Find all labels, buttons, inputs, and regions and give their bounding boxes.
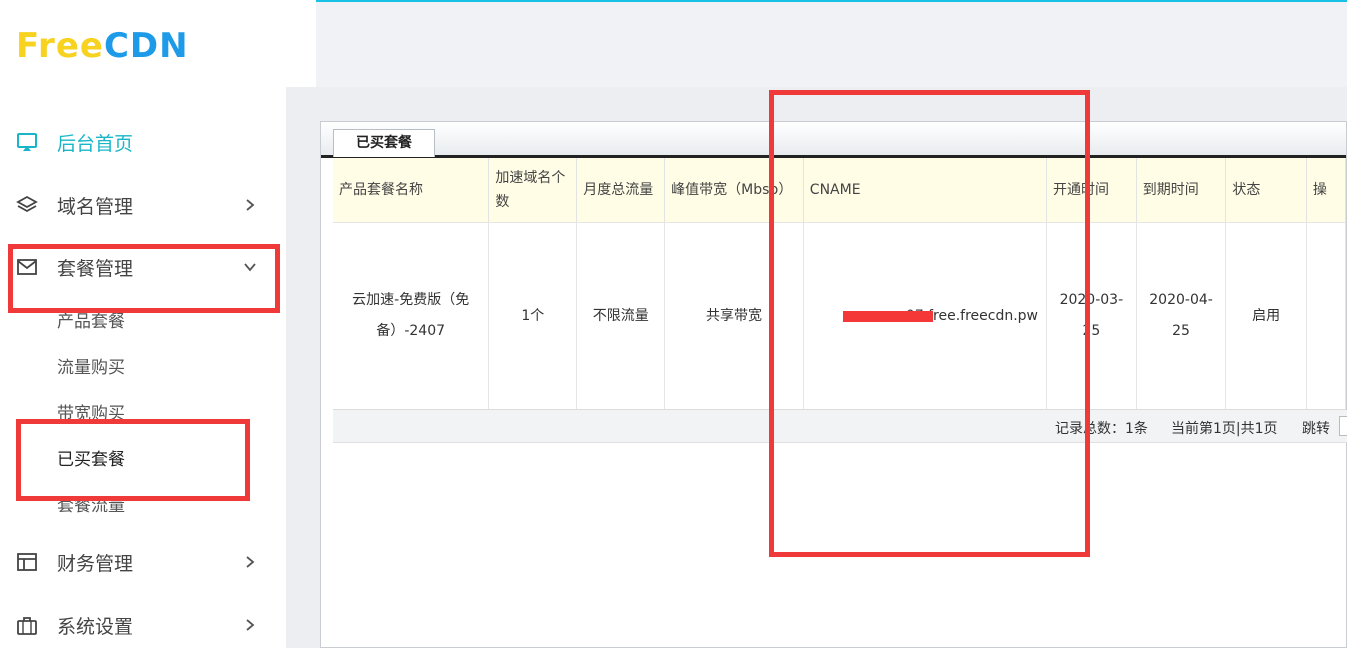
record-total: 记录总数：1条 (1055, 421, 1148, 437)
cell-end-date: 2020-04-25 (1136, 222, 1227, 410)
logo-text-cdn: CDN (103, 26, 189, 66)
sidebar-item-label: 域名管理 (57, 195, 134, 218)
sidebar-item-settings[interactable]: 系统设置 (0, 605, 286, 645)
sidebar-item-finance[interactable]: 财务管理 (0, 542, 286, 582)
sidebar-item-label: 套餐管理 (57, 257, 134, 280)
sidebar-item-label: 后台首页 (57, 132, 134, 155)
sub-item-package-traffic[interactable]: 套餐流量 (57, 493, 125, 519)
chevron-right-icon (240, 615, 260, 635)
chevron-right-icon (240, 195, 260, 215)
mail-icon (16, 256, 38, 278)
logo-text-free: Free (16, 26, 104, 66)
sidebar: 后台首页 域名管理 套餐管理 产品套餐 流量购买 带宽购买 已买套餐 套餐流量 … (0, 2, 286, 648)
column-header: 操 (1306, 158, 1347, 223)
jump-label: 跳转 (1302, 421, 1330, 437)
table-row: 云加速-免费版（免备）-2407 1个 不限流量 共享带宽 07.free.fr… (333, 222, 1347, 410)
packages-table: 产品套餐名称 加速域名个数 月度总流量 峰值带宽（Mbsp） CNAME 开通时… (333, 158, 1347, 410)
monitor-icon (16, 131, 38, 153)
tab-purchased-packages[interactable]: 已买套餐 (333, 129, 435, 157)
content-panel: 已买套餐 产品套餐名称 加速域名个数 月度总流量 峰值带宽（Mbsp） CNAM… (320, 121, 1347, 648)
column-header: 到期时间 (1136, 158, 1227, 223)
cell-monthly-traffic: 不限流量 (576, 222, 666, 410)
redaction-bar (843, 311, 933, 322)
page-info: 当前第1页|共1页 (1171, 421, 1278, 437)
chevron-right-icon (240, 552, 260, 572)
briefcase-icon (16, 614, 38, 636)
sidebar-item-label: 系统设置 (57, 615, 134, 638)
column-header: 开通时间 (1046, 158, 1137, 223)
cell-start-date: 2020-03-25 (1046, 222, 1137, 410)
logo-area: FreeCDN (0, 0, 316, 87)
sub-item-bandwidth-purchase[interactable]: 带宽购买 (57, 401, 125, 427)
sidebar-item-packages[interactable]: 套餐管理 (0, 247, 286, 287)
table-icon (16, 551, 38, 573)
sidebar-item-domains[interactable]: 域名管理 (0, 185, 286, 225)
cell-status: 启用 (1225, 222, 1307, 410)
sub-item-products[interactable]: 产品套餐 (57, 309, 125, 335)
jump-page-input[interactable] (1339, 416, 1347, 436)
column-header: 产品套餐名称 (333, 158, 490, 223)
sidebar-item-dashboard[interactable]: 后台首页 (0, 122, 286, 162)
logo[interactable]: FreeCDN (16, 26, 189, 66)
table-header-row: 产品套餐名称 加速域名个数 月度总流量 峰值带宽（Mbsp） CNAME 开通时… (333, 158, 1347, 223)
column-header: 月度总流量 (576, 158, 666, 223)
cell-domain-count: 1个 (488, 222, 578, 410)
column-header: 状态 (1225, 158, 1307, 223)
pagination-bar: 记录总数：1条 当前第1页|共1页 跳转 (333, 410, 1347, 443)
cell-actions[interactable] (1306, 222, 1347, 410)
column-header: 加速域名个数 (488, 158, 578, 223)
chevron-down-icon (240, 257, 260, 277)
layers-icon (16, 194, 38, 216)
cell-peak-bandwidth: 共享带宽 (664, 222, 804, 410)
sub-item-traffic-purchase[interactable]: 流量购买 (57, 355, 125, 381)
sub-item-purchased-packages[interactable]: 已买套餐 (57, 447, 125, 473)
sidebar-item-label: 财务管理 (57, 552, 134, 575)
cell-package-name: 云加速-免费版（免备）-2407 (333, 222, 490, 410)
column-header: 峰值带宽（Mbsp） (664, 158, 804, 223)
panel-header: 已买套餐 (321, 122, 1346, 158)
column-header: CNAME (803, 158, 1048, 223)
